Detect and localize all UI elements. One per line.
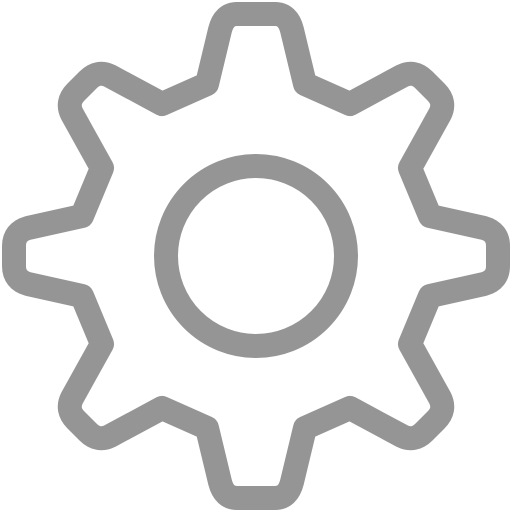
gear-icon bbox=[2, 2, 510, 510]
gear-center-hole bbox=[154, 154, 358, 358]
icon-canvas bbox=[0, 0, 512, 512]
